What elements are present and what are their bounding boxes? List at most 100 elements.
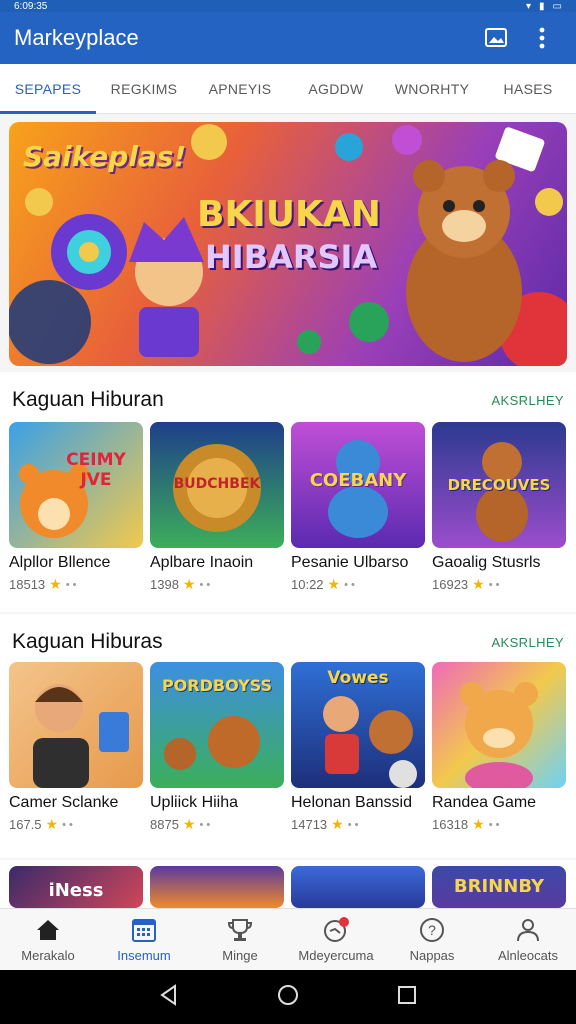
rating-count: 1398 <box>150 577 179 592</box>
home-icon <box>35 916 61 944</box>
game-rating: 10:22 ★ •• <box>291 576 425 593</box>
nav-label: Mdeyercuma <box>298 948 374 963</box>
game-title: Pesanie Ulbarso <box>291 554 409 571</box>
battery-icon: ▭ <box>552 0 562 12</box>
game-rating: 1398 ★ •• <box>150 576 284 593</box>
signal-icon: ▮ <box>539 0 545 12</box>
home-button-icon[interactable] <box>276 983 300 1012</box>
game-title: Gaoalig Stusrls <box>432 554 541 571</box>
see-all-link[interactable]: AKSRLHEY <box>491 635 564 650</box>
nav-label: Merakalo <box>21 948 75 963</box>
game-rating: 18513 ★ •• <box>9 576 143 593</box>
tab-sepapes[interactable]: SEPAPES <box>0 64 96 114</box>
nav-label: Minge <box>222 948 258 963</box>
game-thumbnail <box>432 662 566 788</box>
star-icon: ★ <box>327 576 341 592</box>
more-dots-icon: •• <box>62 818 76 831</box>
section-title: Kaguan Hiburas <box>12 630 163 653</box>
more-dots-icon: •• <box>488 818 503 831</box>
star-icon: ★ <box>182 576 196 592</box>
rating-count: 8875 <box>150 817 179 832</box>
game-card[interactable]: PORDBOYSS Upliick Hiiha 8875 ★ •• <box>150 662 284 833</box>
rating-count: 18513 <box>9 577 46 592</box>
banner-headline-1: BKIUKAN <box>197 194 381 235</box>
thumbnail-text: PORDBOYSS <box>161 676 273 695</box>
game-thumbnail[interactable]: BRINNBY <box>432 866 566 908</box>
star-icon: ★ <box>331 816 344 832</box>
svg-text:?: ? <box>428 922 436 938</box>
game-card[interactable]: Camer Sclanke 167.5 ★ •• <box>9 662 143 833</box>
tab-agddw[interactable]: AGDDW <box>288 64 384 113</box>
app-title: Markeyplace <box>14 25 139 50</box>
thumbnail-text: BRINNBY <box>453 876 545 897</box>
main-content: Saikeplas! BKIUKAN HIBARSIA Kaguan Hibur… <box>0 114 576 908</box>
game-thumbnail: COEBANY <box>291 422 425 548</box>
tab-apneyis[interactable]: APNEYIS <box>192 64 288 113</box>
person-icon <box>515 916 541 944</box>
star-icon: ★ <box>472 576 485 592</box>
bottom-navigation: Merakalo Insemum Minge Mdeyercuma ? Napp… <box>0 908 576 970</box>
game-title: Camer Sclanke <box>9 794 119 811</box>
rating-count: 16923 <box>432 577 469 592</box>
star-icon: ★ <box>49 576 62 592</box>
banner-headline-2: HIBARSIA <box>205 238 378 276</box>
promo-banner[interactable]: Saikeplas! BKIUKAN HIBARSIA <box>9 122 567 366</box>
status-icons: ▾ ▮ ▭ <box>526 1 562 12</box>
game-thumbnail[interactable]: iNess <box>9 866 143 908</box>
game-thumbnail: PORDBOYSS <box>150 662 284 788</box>
section-title: Kaguan Hiburan <box>12 388 164 411</box>
rating-count: 10:22 <box>291 577 324 592</box>
game-title: Upliick Hiiha <box>150 794 239 811</box>
game-card[interactable]: Randea Game 16318 ★ •• <box>432 662 566 833</box>
tab-wnorhty[interactable]: WNORHTY <box>384 64 480 113</box>
game-card[interactable]: BUDCHBEK Aplbare Inaoin 1398 ★ •• <box>150 422 284 593</box>
nav-item-mdeyercuma[interactable]: Mdeyercuma <box>288 909 384 970</box>
rating-count: 167.5 <box>9 817 42 832</box>
more-dots-icon: •• <box>199 818 214 831</box>
tab-hases[interactable]: HASES <box>480 64 576 113</box>
thumbnail-text: Vowes <box>327 668 389 688</box>
game-title: Aplbare Inaoin <box>150 554 254 571</box>
more-dots-icon: •• <box>488 578 503 591</box>
star-icon: ★ <box>45 816 59 832</box>
more-dots-icon: •• <box>199 578 214 591</box>
game-card[interactable]: Vowes Helonan Banssid 14713 ★ •• <box>291 662 425 833</box>
calendar-icon <box>131 916 157 944</box>
status-time: 6:09:35 <box>14 0 48 12</box>
star-icon: ★ <box>472 816 485 832</box>
system-navigation <box>0 970 576 1024</box>
back-icon[interactable] <box>157 983 181 1012</box>
see-all-link[interactable]: AKSRLHEY <box>491 393 564 408</box>
nav-item-merakalo[interactable]: Merakalo <box>0 909 96 970</box>
game-card[interactable]: CEIMY JVE Alpllor Bllence 18513 ★ •• <box>9 422 143 593</box>
help-icon: ? <box>419 916 445 944</box>
gallery-icon[interactable] <box>476 18 516 58</box>
game-thumbnail[interactable] <box>291 866 425 908</box>
category-tabs: SEPAPES REGKIMS APNEYIS AGDDW WNORHTY HA… <box>0 64 576 114</box>
game-thumbnail: BUDCHBEK <box>150 422 284 548</box>
wifi-icon: ▾ <box>526 0 532 12</box>
nav-label: Alnleocats <box>498 948 558 963</box>
game-card[interactable]: DRECOUVES Gaoalig Stusrls 16923 ★ •• <box>432 422 566 593</box>
nav-item-alnleocats[interactable]: Alnleocats <box>480 909 576 970</box>
nav-item-nappas[interactable]: ? Nappas <box>384 909 480 970</box>
game-rating: 16318 ★ •• <box>432 816 566 833</box>
recents-icon[interactable] <box>395 983 419 1012</box>
game-rating: 16923 ★ •• <box>432 576 566 593</box>
banner-brand: Saikeplas! <box>23 140 187 173</box>
game-rating: 8875 ★ •• <box>150 816 284 833</box>
nav-item-minge[interactable]: Minge <box>192 909 288 970</box>
tab-regkims[interactable]: REGKIMS <box>96 64 192 113</box>
nav-item-insemum[interactable]: Insemum <box>96 909 192 970</box>
game-thumbnail <box>9 662 143 788</box>
game-thumbnail: Vowes <box>291 662 425 788</box>
marketplace-screen: 6:09:35 ▾ ▮ ▭ Markeyplace SEPAPES REGKIM… <box>0 0 576 1024</box>
badge-icon <box>322 916 350 944</box>
game-rating: 14713 ★ •• <box>291 816 425 833</box>
game-card[interactable]: COEBANY Pesanie Ulbarso 10:22 ★ •• <box>291 422 425 593</box>
status-bar: 6:09:35 ▾ ▮ ▭ <box>0 0 576 12</box>
nav-label: Nappas <box>409 948 455 963</box>
game-thumbnail[interactable] <box>150 866 284 908</box>
nav-label: Insemum <box>117 948 171 963</box>
more-vert-icon[interactable] <box>522 18 562 58</box>
